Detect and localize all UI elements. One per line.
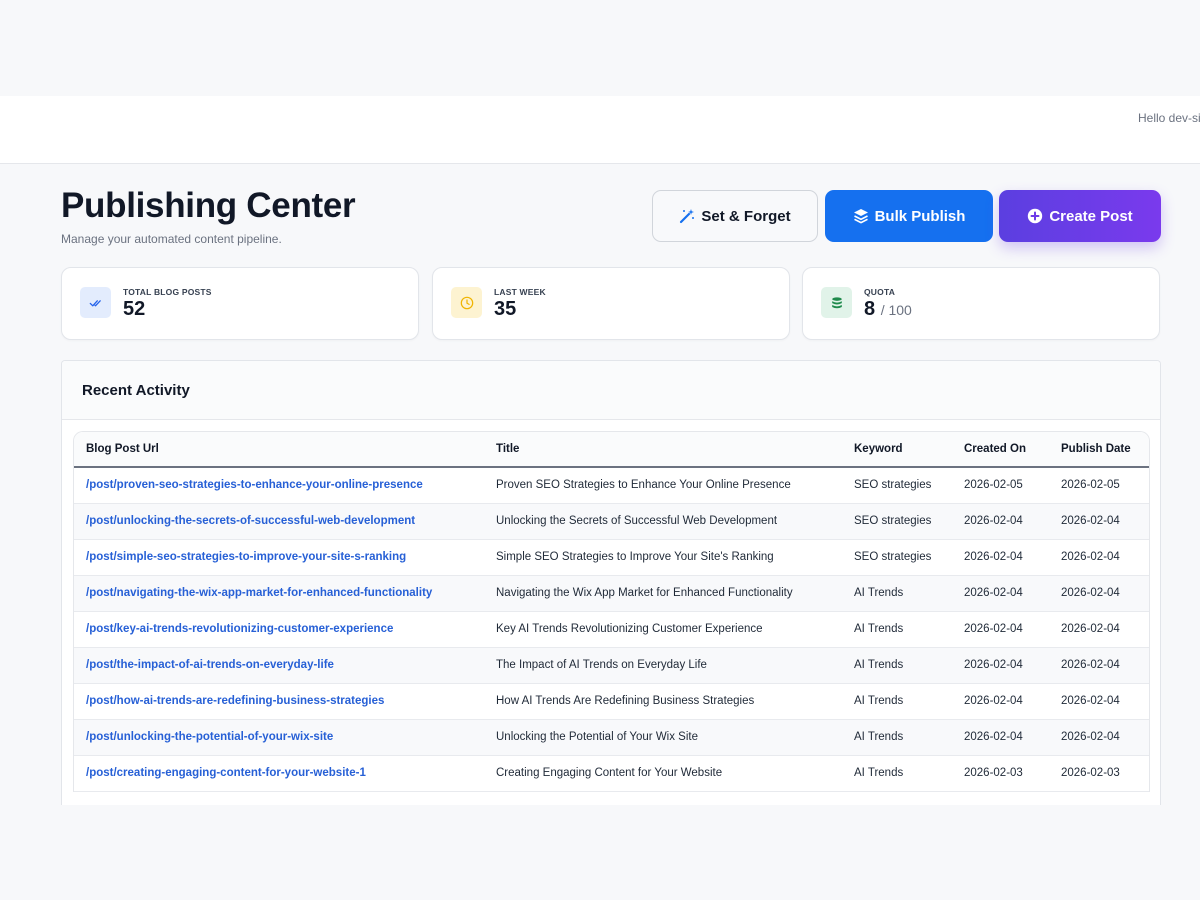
database-icon	[821, 287, 852, 318]
post-created-on: 2026-02-03	[952, 755, 1049, 792]
post-url-link[interactable]: /post/unlocking-the-secrets-of-successfu…	[74, 503, 484, 540]
magic-wand-icon	[680, 209, 695, 224]
stat-label: LAST WEEK	[494, 287, 546, 297]
recent-activity-panel: Recent Activity Blog Post Url Title Keyw…	[61, 360, 1161, 805]
table-row: /post/simple-seo-strategies-to-improve-y…	[74, 539, 1149, 576]
post-keyword: AI Trends	[842, 647, 952, 684]
post-publish-date: 2026-02-04	[1049, 719, 1149, 756]
bulk-publish-button[interactable]: Bulk Publish	[825, 190, 993, 242]
table-row: /post/creating-engaging-content-for-your…	[74, 755, 1149, 792]
user-greeting[interactable]: Hello dev-si	[1138, 111, 1200, 125]
post-publish-date: 2026-02-04	[1049, 503, 1149, 540]
stat-card-last-week: LAST WEEK 35	[432, 267, 790, 340]
post-url-link[interactable]: /post/simple-seo-strategies-to-improve-y…	[74, 539, 484, 576]
page-subtitle: Manage your automated content pipeline.	[61, 232, 282, 246]
post-created-on: 2026-02-04	[952, 719, 1049, 756]
post-title: How AI Trends Are Redefining Business St…	[484, 683, 842, 720]
create-post-button[interactable]: Create Post	[999, 190, 1161, 242]
layers-icon	[853, 209, 868, 224]
stat-card-quota: QUOTA 8 / 100	[802, 267, 1160, 340]
post-publish-date: 2026-02-04	[1049, 683, 1149, 720]
stat-value: 52	[123, 298, 146, 320]
clock-icon	[451, 287, 482, 318]
post-created-on: 2026-02-04	[952, 647, 1049, 684]
double-check-icon	[80, 287, 111, 318]
stat-card-total-posts: TOTAL BLOG POSTS 52	[61, 267, 419, 340]
post-keyword: AI Trends	[842, 683, 952, 720]
table-header-row: Blog Post Url Title Keyword Created On P…	[74, 432, 1149, 468]
page-title: Publishing Center	[61, 186, 356, 225]
column-header-publish[interactable]: Publish Date	[1049, 432, 1149, 468]
quota-limit: / 100	[880, 302, 912, 318]
post-url-link[interactable]: /post/key-ai-trends-revolutionizing-cust…	[74, 611, 484, 648]
column-header-created[interactable]: Created On	[952, 432, 1049, 468]
post-created-on: 2026-02-04	[952, 575, 1049, 612]
set-and-forget-button[interactable]: Set & Forget	[652, 190, 818, 242]
stat-value: 35	[494, 298, 517, 320]
post-publish-date: 2026-02-04	[1049, 539, 1149, 576]
column-header-url[interactable]: Blog Post Url	[74, 432, 484, 468]
post-title: Unlocking the Potential of Your Wix Site	[484, 719, 842, 756]
recent-activity-title: Recent Activity	[62, 361, 1160, 420]
post-created-on: 2026-02-04	[952, 503, 1049, 540]
post-title: Proven SEO Strategies to Enhance Your On…	[484, 467, 842, 504]
column-header-keyword[interactable]: Keyword	[842, 432, 952, 468]
post-keyword: AI Trends	[842, 755, 952, 792]
post-keyword: AI Trends	[842, 719, 952, 756]
table-row: /post/the-impact-of-ai-trends-on-everyda…	[74, 647, 1149, 684]
stat-value: 8 / 100	[864, 298, 912, 321]
post-url-link[interactable]: /post/proven-seo-strategies-to-enhance-y…	[74, 467, 484, 504]
post-publish-date: 2026-02-05	[1049, 467, 1149, 504]
table-row: /post/unlocking-the-potential-of-your-wi…	[74, 719, 1149, 756]
post-keyword: SEO strategies	[842, 539, 952, 576]
post-created-on: 2026-02-04	[952, 683, 1049, 720]
post-created-on: 2026-02-05	[952, 467, 1049, 504]
top-bar: Hello dev-si	[0, 96, 1200, 164]
post-publish-date: 2026-02-04	[1049, 647, 1149, 684]
post-url-link[interactable]: /post/how-ai-trends-are-redefining-busin…	[74, 683, 484, 720]
table-row: /post/key-ai-trends-revolutionizing-cust…	[74, 611, 1149, 648]
post-url-link[interactable]: /post/navigating-the-wix-app-market-for-…	[74, 575, 484, 612]
quota-used: 8	[864, 298, 876, 320]
stat-label: TOTAL BLOG POSTS	[123, 287, 212, 297]
post-keyword: AI Trends	[842, 611, 952, 648]
post-keyword: SEO strategies	[842, 503, 952, 540]
post-publish-date: 2026-02-04	[1049, 575, 1149, 612]
stat-label: QUOTA	[864, 287, 896, 297]
post-url-link[interactable]: /post/unlocking-the-potential-of-your-wi…	[74, 719, 484, 756]
post-created-on: 2026-02-04	[952, 611, 1049, 648]
post-publish-date: 2026-02-03	[1049, 755, 1149, 792]
post-title: Key AI Trends Revolutionizing Customer E…	[484, 611, 842, 648]
activity-table: Blog Post Url Title Keyword Created On P…	[74, 432, 1149, 792]
post-title: The Impact of AI Trends on Everyday Life	[484, 647, 842, 684]
post-url-link[interactable]: /post/creating-engaging-content-for-your…	[74, 755, 484, 792]
post-publish-date: 2026-02-04	[1049, 611, 1149, 648]
post-title: Creating Engaging Content for Your Websi…	[484, 755, 842, 792]
column-header-title[interactable]: Title	[484, 432, 842, 468]
post-title: Navigating the Wix App Market for Enhanc…	[484, 575, 842, 612]
set-and-forget-label: Set & Forget	[701, 207, 791, 225]
activity-table-wrapper: Blog Post Url Title Keyword Created On P…	[73, 431, 1150, 792]
table-row: /post/navigating-the-wix-app-market-for-…	[74, 575, 1149, 612]
plus-circle-icon	[1028, 208, 1043, 224]
table-row: /post/unlocking-the-secrets-of-successfu…	[74, 503, 1149, 540]
post-title: Unlocking the Secrets of Successful Web …	[484, 503, 842, 540]
post-title: Simple SEO Strategies to Improve Your Si…	[484, 539, 842, 576]
table-row: /post/proven-seo-strategies-to-enhance-y…	[74, 467, 1149, 504]
post-keyword: AI Trends	[842, 575, 952, 612]
table-row: /post/how-ai-trends-are-redefining-busin…	[74, 683, 1149, 720]
post-url-link[interactable]: /post/the-impact-of-ai-trends-on-everyda…	[74, 647, 484, 684]
create-post-label: Create Post	[1049, 207, 1133, 225]
post-keyword: SEO strategies	[842, 467, 952, 504]
bulk-publish-label: Bulk Publish	[874, 207, 966, 225]
post-created-on: 2026-02-04	[952, 539, 1049, 576]
